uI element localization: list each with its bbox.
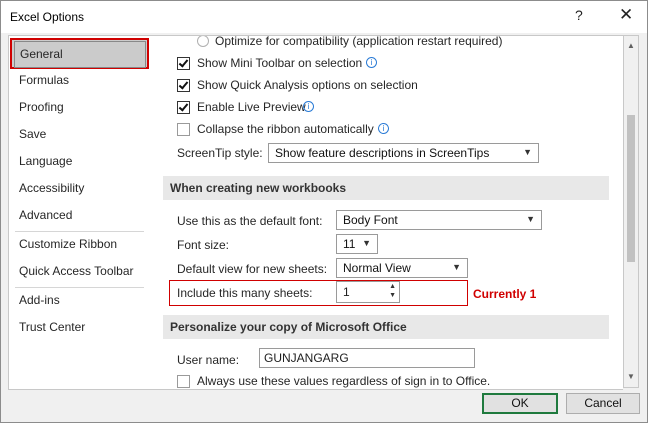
vertical-scrollbar[interactable]: ▲ ▼	[623, 35, 639, 388]
chevron-down-icon: ▼	[362, 238, 371, 248]
sidebar-item-formulas[interactable]: Formulas	[9, 67, 150, 93]
section-heading: Personalize your copy of Microsoft Offic…	[170, 320, 407, 334]
options-category-list: General Formulas Proofing Save Language …	[8, 35, 151, 390]
sheets-count-label: Include this many sheets:	[177, 286, 313, 300]
info-icon: i	[366, 57, 377, 68]
always-use-checkbox[interactable]	[177, 375, 190, 388]
sidebar-item-quick-access-toolbar[interactable]: Quick Access Toolbar	[9, 258, 150, 284]
currently-annotation: Currently 1	[473, 287, 537, 301]
sidebar-item-add-ins[interactable]: Add-ins	[9, 287, 150, 313]
font-size-dropdown[interactable]: 11 ▼	[336, 234, 378, 254]
sidebar-item-language[interactable]: Language	[9, 148, 150, 174]
scroll-thumb[interactable]	[627, 115, 635, 262]
spin-down-icon[interactable]: ▼	[389, 292, 396, 299]
sidebar-item-save[interactable]: Save	[9, 121, 150, 147]
cancel-button[interactable]: Cancel	[566, 393, 640, 414]
chevron-down-icon: ▼	[523, 147, 532, 157]
sidebar-item-label: General	[14, 41, 146, 68]
info-icon: i	[303, 101, 314, 112]
mini-toolbar-label: Show Mini Toolbar on selection	[197, 56, 363, 70]
sidebar-item-advanced[interactable]: Advanced	[9, 202, 150, 228]
sidebar-item-trust-center[interactable]: Trust Center	[9, 314, 150, 340]
sidebar-item-customize-ribbon[interactable]: Customize Ribbon	[9, 231, 150, 257]
default-font-value: Body Font	[343, 213, 398, 227]
optimize-compat-radio[interactable]	[197, 36, 209, 47]
screentip-style-label: ScreenTip style:	[177, 146, 263, 160]
chevron-down-icon: ▼	[452, 262, 461, 272]
user-name-value: GUNJANGARG	[264, 351, 349, 365]
ok-button[interactable]: OK	[482, 393, 558, 414]
mini-toolbar-checkbox[interactable]	[177, 57, 190, 70]
user-name-input[interactable]: GUNJANGARG	[259, 348, 475, 368]
default-view-label: Default view for new sheets:	[177, 262, 328, 276]
screentip-style-value: Show feature descriptions in ScreenTips	[275, 146, 490, 160]
sidebar-item-general[interactable]: General	[10, 38, 149, 69]
info-icon: i	[378, 123, 389, 134]
chevron-down-icon: ▼	[526, 214, 535, 224]
always-use-label: Always use these values regardless of si…	[197, 374, 491, 388]
sidebar-item-proofing[interactable]: Proofing	[9, 94, 150, 120]
default-view-dropdown[interactable]: Normal View ▼	[336, 258, 468, 278]
font-size-label: Font size:	[177, 238, 230, 252]
user-name-label: User name:	[177, 353, 240, 367]
quick-analysis-checkbox[interactable]	[177, 79, 190, 92]
optimize-compat-label: Optimize for compatibility (application …	[215, 35, 503, 48]
scroll-up-icon[interactable]: ▲	[624, 39, 638, 53]
section-new-workbooks: When creating new workbooks	[163, 176, 609, 200]
collapse-ribbon-checkbox[interactable]	[177, 123, 190, 136]
live-preview-checkbox[interactable]	[177, 101, 190, 114]
help-button[interactable]: ?	[575, 7, 583, 23]
section-personalize: Personalize your copy of Microsoft Offic…	[163, 315, 609, 339]
quick-analysis-label: Show Quick Analysis options on selection	[197, 78, 418, 92]
default-font-dropdown[interactable]: Body Font ▼	[336, 210, 542, 230]
screentip-style-dropdown[interactable]: Show feature descriptions in ScreenTips …	[268, 143, 539, 163]
default-font-label: Use this as the default font:	[177, 214, 323, 228]
live-preview-label: Enable Live Preview	[197, 100, 306, 114]
font-size-value: 11	[343, 237, 356, 251]
collapse-ribbon-label: Collapse the ribbon automatically	[197, 122, 374, 136]
close-button[interactable]: ✕	[619, 5, 633, 25]
sidebar-item-accessibility[interactable]: Accessibility	[9, 175, 150, 201]
section-heading: When creating new workbooks	[170, 181, 347, 195]
spin-up-icon[interactable]: ▲	[389, 283, 396, 290]
default-view-value: Normal View	[343, 261, 411, 275]
scroll-down-icon[interactable]: ▼	[624, 370, 638, 384]
options-content-pane: Optimize for compatibility (application …	[150, 35, 623, 390]
title-bar: Excel Options ? ✕	[1, 1, 647, 33]
sheets-count-value: 1	[343, 285, 350, 299]
dialog-title: Excel Options	[10, 10, 85, 24]
sheets-count-spinner[interactable]: 1 ▲ ▼	[336, 281, 400, 303]
